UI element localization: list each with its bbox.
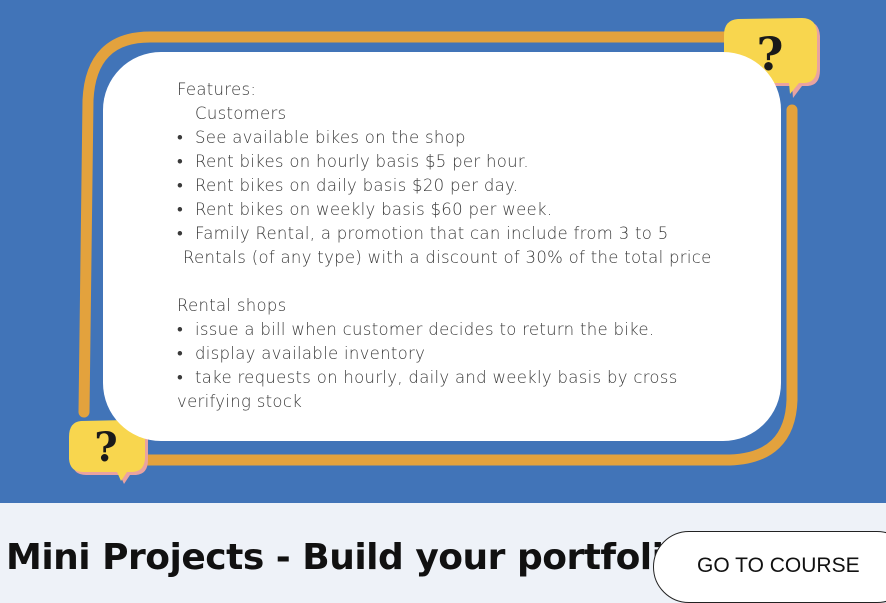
course-title: Mini Projects - Build your portfolio	[6, 537, 688, 578]
features-text: Features: Customers See available bikes …	[177, 78, 777, 414]
rental-shops-label: Rental shops	[177, 296, 287, 315]
go-to-course-button[interactable]: GO TO COURSE	[653, 531, 886, 603]
customer-feature-item: Rent bikes on daily basis $20 per day.	[177, 174, 777, 198]
customer-feature-item: Rent bikes on weekly basis $60 per week.	[177, 198, 777, 222]
shop-feature-item: issue a bill when customer decides to re…	[177, 318, 777, 342]
customer-feature-item: Family Rental, a promotion that can incl…	[177, 222, 777, 246]
customer-feature-item: Rent bikes on hourly basis $5 per hour.	[177, 150, 777, 174]
features-heading: Features:	[177, 80, 257, 99]
customer-feature-continuation: Rentals (of any type) with a discount of…	[183, 248, 712, 267]
question-mark-icon: ?	[757, 27, 784, 81]
course-banner-image: ? ? Features: Customers See available bi…	[0, 0, 886, 503]
shop-feature-item: take requests on hourly, daily and weekl…	[177, 366, 777, 390]
shop-feature-continuation: verifying stock	[177, 392, 303, 411]
go-to-course-label: GO TO COURSE	[697, 554, 860, 577]
shop-feature-item: display available inventory	[177, 342, 777, 366]
question-mark-icon: ?	[94, 424, 117, 471]
customers-label: Customers	[195, 104, 287, 123]
customer-feature-item: See available bikes on the shop	[177, 126, 777, 150]
